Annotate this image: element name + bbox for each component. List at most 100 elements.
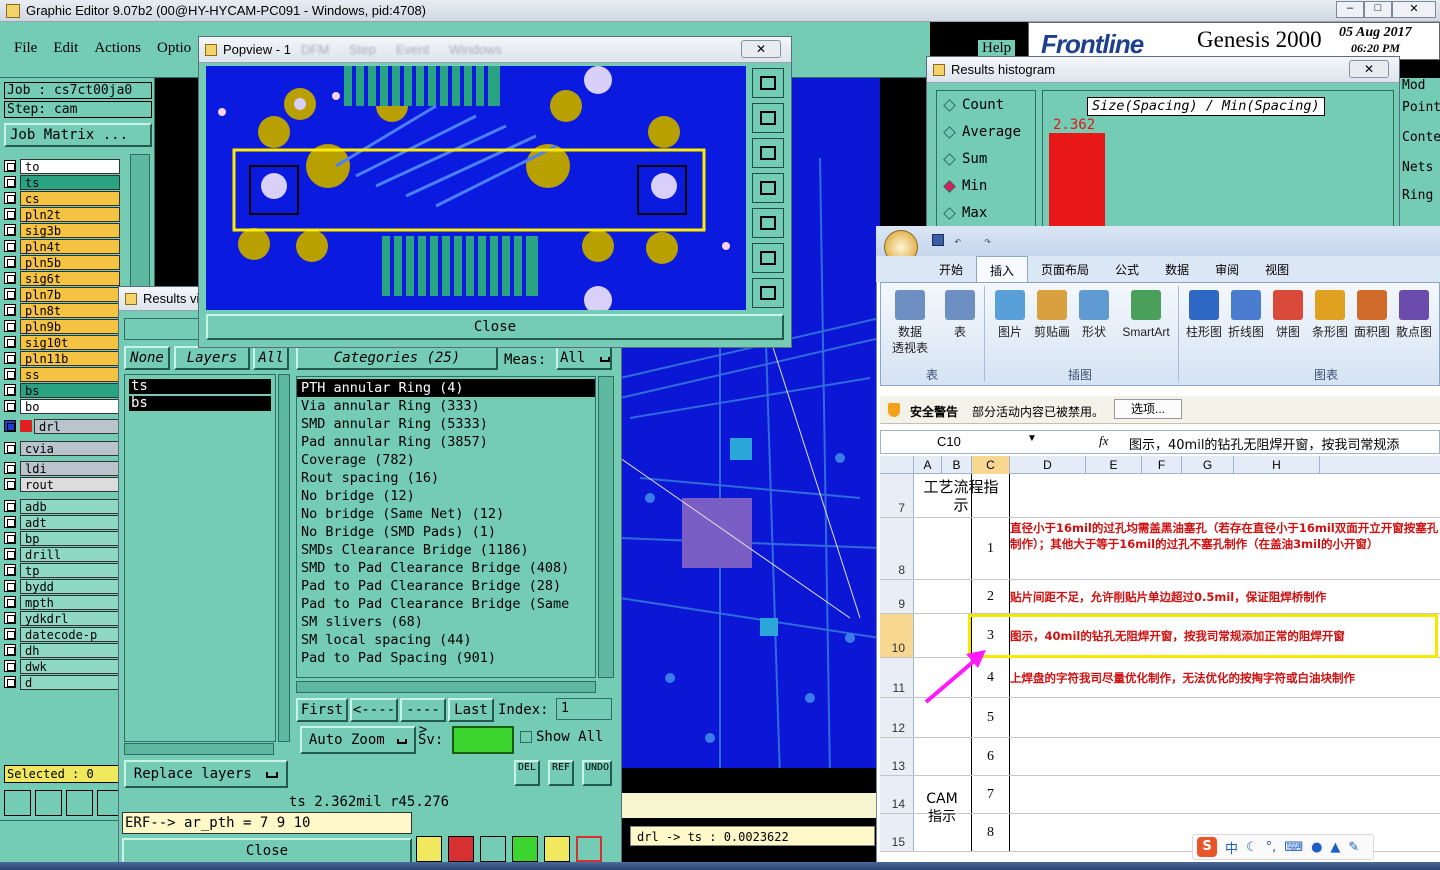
- menu-edit[interactable]: Edit: [53, 40, 78, 57]
- ribbon-tab[interactable]: 公式: [1102, 256, 1152, 282]
- cell-c[interactable]: 上焊盘的字符我司尽量优化制作，无法优化的按掏字符或白油块制作: [1010, 670, 1440, 686]
- sheet-row[interactable]: 9 2 贴片间距不足，允许削贴片单边超过0.5mil，保证阻焊桥制作: [880, 580, 1440, 614]
- name-box[interactable]: C10: [937, 434, 961, 449]
- layer-name[interactable]: pln8t: [20, 302, 120, 318]
- layer-row[interactable]: pln11b: [4, 350, 120, 366]
- tool-d-icon[interactable]: [512, 836, 538, 862]
- category-item[interactable]: SM local spacing (44): [297, 631, 595, 649]
- category-item[interactable]: Pad to Pad Clearance Bridge (28): [297, 577, 595, 595]
- layer-row[interactable]: pln4t: [4, 238, 120, 254]
- layer-checkbox[interactable]: [4, 400, 16, 412]
- ribbon-button[interactable]: 图片: [986, 290, 1034, 340]
- save-icon[interactable]: [932, 234, 944, 246]
- layer-name[interactable]: cvia: [20, 440, 120, 456]
- diamond-radio-icon[interactable]: [943, 152, 956, 166]
- category-item[interactable]: No Bridge (SMD Pads) (1): [297, 523, 595, 541]
- diamond-radio-icon[interactable]: [943, 206, 956, 220]
- layer-name[interactable]: to: [20, 158, 120, 174]
- layer-row[interactable]: ldi: [4, 460, 120, 476]
- layer-row[interactable]: pln8t: [4, 302, 120, 318]
- cell-b[interactable]: 2: [972, 580, 1010, 613]
- maximize-button[interactable]: □: [1364, 1, 1392, 18]
- fx-label[interactable]: fx: [1099, 433, 1108, 449]
- cell-c[interactable]: 直径小于16mil的过孔均需盖黑油塞孔（若存在直径小于16mil双面开立开窗按塞…: [1010, 520, 1440, 552]
- layer-checkbox[interactable]: [4, 368, 16, 380]
- category-item[interactable]: Pad annular Ring (3857): [297, 433, 595, 451]
- ribbon-button[interactable]: 柱形图: [1180, 290, 1228, 340]
- pan-left-icon[interactable]: [752, 173, 784, 203]
- layer-item-bs[interactable]: bs: [129, 396, 271, 411]
- replace-layers-button[interactable]: Replace layers: [124, 760, 288, 788]
- histogram-option[interactable]: Min: [943, 178, 987, 194]
- layer-name[interactable]: pln4t: [20, 238, 120, 254]
- tool-b-icon[interactable]: [448, 836, 474, 862]
- column-header[interactable]: H: [1234, 456, 1320, 474]
- sv-color-dropdown[interactable]: [452, 726, 514, 754]
- row-number[interactable]: 14: [880, 776, 914, 813]
- category-item[interactable]: Pad to Pad Clearance Bridge (Same: [297, 595, 595, 613]
- security-options-button[interactable]: 选项...: [1114, 399, 1182, 419]
- layer-checkbox[interactable]: [4, 320, 16, 332]
- next-button[interactable]: ---->: [400, 698, 446, 738]
- tool-e-icon[interactable]: [544, 836, 570, 862]
- layer-list-hscroll[interactable]: [124, 743, 274, 755]
- layer-row[interactable]: sig10t: [4, 334, 120, 350]
- wrench-icon[interactable]: ✎: [1348, 840, 1359, 855]
- row-number[interactable]: 8: [880, 518, 914, 579]
- layer-row[interactable]: d: [4, 674, 120, 690]
- column-header[interactable]: A: [914, 456, 942, 474]
- ribbon-button[interactable]: 表: [936, 290, 984, 340]
- layer-row[interactable]: adt: [4, 514, 120, 530]
- ribbon-tab[interactable]: 插入: [976, 256, 1029, 282]
- layer-name[interactable]: rout: [20, 476, 120, 492]
- none-button[interactable]: None: [124, 346, 170, 370]
- layer-name[interactable]: datecode-p: [20, 626, 120, 642]
- zoom-in-icon[interactable]: [752, 243, 784, 273]
- ribbon-tab[interactable]: 视图: [1252, 256, 1302, 282]
- layer-checkbox[interactable]: [4, 462, 16, 474]
- layer-row[interactable]: rout: [4, 476, 120, 492]
- category-item[interactable]: Pad to Pad Spacing (901): [297, 649, 595, 667]
- ribbon-button[interactable]: 剪贴画: [1028, 290, 1076, 340]
- layer-row[interactable]: bp: [4, 530, 120, 546]
- keyboard-icon[interactable]: ⌨: [1284, 840, 1303, 855]
- categories-header[interactable]: Categories (25): [296, 346, 498, 370]
- column-header[interactable]: G: [1182, 456, 1234, 474]
- layer-checkbox[interactable]: [4, 500, 16, 512]
- layer-name[interactable]: pln2t: [20, 206, 120, 222]
- show-all-checkbox[interactable]: [520, 731, 532, 743]
- close-button[interactable]: ✕: [1392, 1, 1436, 18]
- cell-c[interactable]: 贴片间距不足，允许削贴片单边超过0.5mil，保证阻焊桥制作: [1010, 589, 1440, 605]
- right-label-mod[interactable]: Mod: [1402, 78, 1425, 93]
- row-number[interactable]: 11: [880, 658, 914, 697]
- cell-b[interactable]: 8: [972, 814, 1010, 851]
- ribbon-button[interactable]: 面积图: [1348, 290, 1396, 340]
- histogram-option[interactable]: Count: [943, 97, 1004, 113]
- layer-checkbox[interactable]: [4, 288, 16, 300]
- layer-row[interactable]: to: [4, 158, 120, 174]
- tool-icon-2[interactable]: [35, 790, 62, 816]
- popview-menu-windows[interactable]: Windows: [449, 42, 502, 57]
- shirt-icon[interactable]: ▲: [1330, 840, 1340, 855]
- histogram-option[interactable]: Max: [943, 205, 987, 221]
- punct-icon[interactable]: °,: [1266, 840, 1277, 855]
- popview-menu-event[interactable]: Event: [396, 42, 429, 57]
- layer-row[interactable]: sig6t: [4, 270, 120, 286]
- layer-row[interactable]: tp: [4, 562, 120, 578]
- bar-chart-icon[interactable]: [576, 836, 602, 862]
- histogram-option[interactable]: Average: [943, 124, 1021, 140]
- layer-row[interactable]: datecode-p: [4, 626, 120, 642]
- layer-name[interactable]: adb: [20, 498, 120, 514]
- layer-row[interactable]: bs: [4, 382, 120, 398]
- layer-name[interactable]: tp: [20, 562, 120, 578]
- formula-content[interactable]: 图示，40mil的钻孔无阻焊开窗，按我司常规添: [1129, 434, 1399, 453]
- ribbon-tab[interactable]: 数据: [1152, 256, 1202, 282]
- auto-zoom-dropdown[interactable]: Auto Zoom: [300, 726, 416, 754]
- column-header[interactable]: F: [1142, 456, 1182, 474]
- ref-button[interactable]: REF: [548, 760, 574, 786]
- layer-checkbox[interactable]: [4, 564, 16, 576]
- layer-row[interactable]: ydkdrl: [4, 610, 120, 626]
- layer-name[interactable]: bydd: [20, 578, 120, 594]
- ribbon-button[interactable]: 形状: [1070, 290, 1118, 340]
- layer-checkbox[interactable]: [4, 256, 16, 268]
